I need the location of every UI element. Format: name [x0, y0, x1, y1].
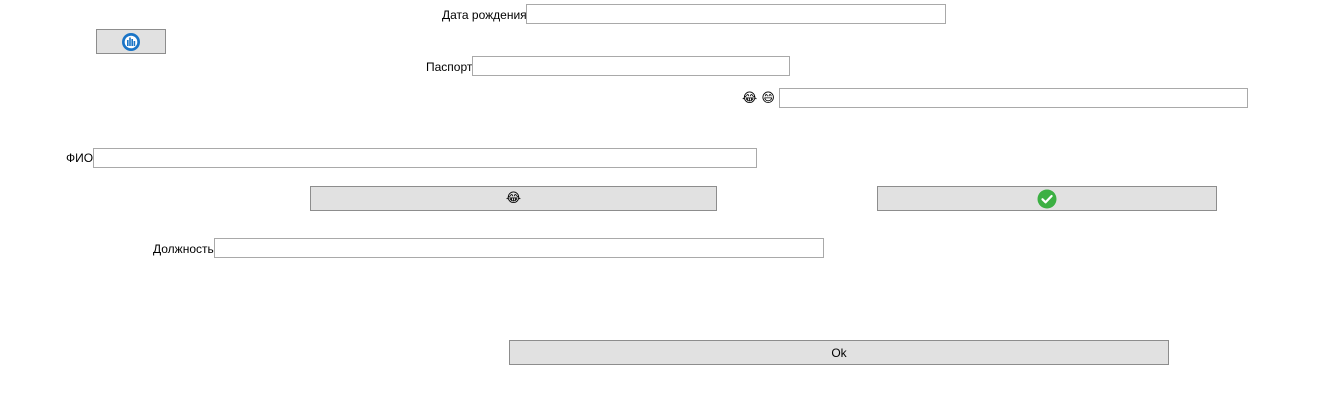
full-name-label: ФИО	[66, 151, 94, 165]
position-field[interactable]	[214, 238, 824, 258]
passport-field[interactable]	[472, 56, 790, 76]
emoji-text-field[interactable]	[779, 88, 1248, 108]
full-name-field[interactable]	[93, 148, 757, 168]
ok-button-label: Ok	[831, 345, 847, 360]
emoji-button-label: 😂	[505, 190, 522, 206]
app-logo-button[interactable]	[96, 29, 166, 54]
emoji-field-label: 😂 😄	[742, 91, 775, 106]
app-logo-icon	[121, 32, 141, 52]
birth-date-label: Дата рождения	[442, 8, 527, 22]
birth-date-field[interactable]	[526, 4, 946, 24]
passport-label: Паспорт	[426, 60, 473, 74]
ok-button[interactable]: Ok	[509, 340, 1169, 365]
green-check-icon	[1037, 189, 1057, 209]
emoji-button[interactable]: 😂	[310, 186, 717, 211]
check-button[interactable]	[877, 186, 1217, 211]
position-label: Должность	[153, 242, 214, 256]
